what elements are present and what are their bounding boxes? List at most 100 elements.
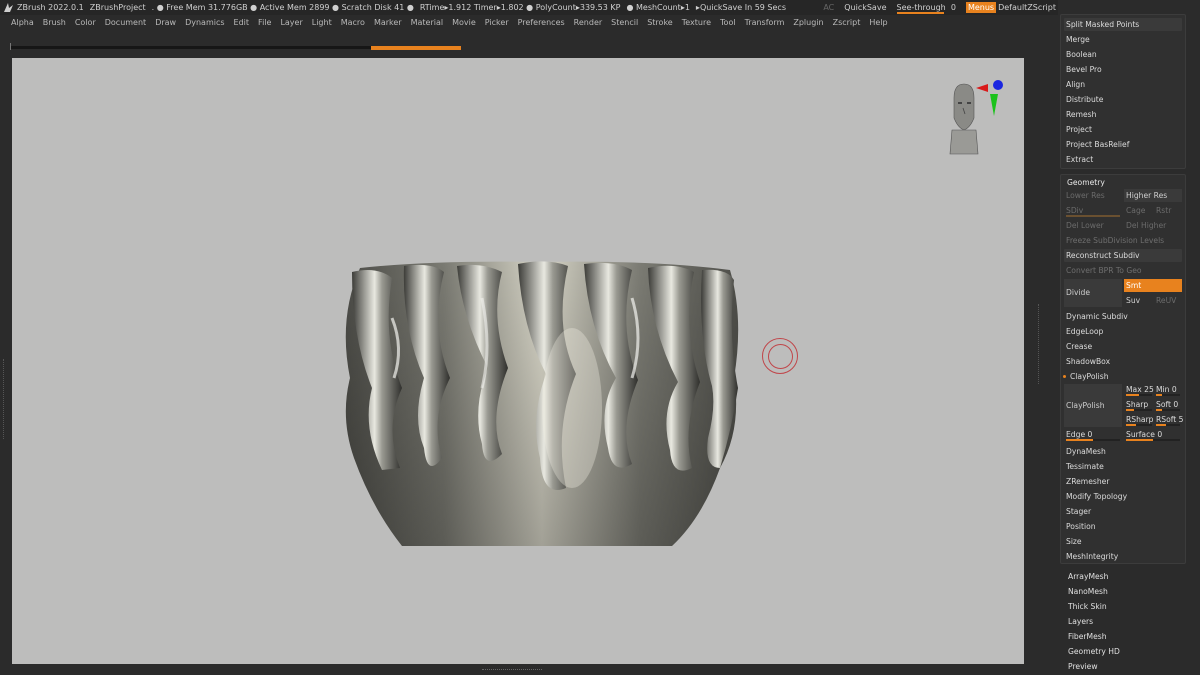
- max-slider[interactable]: Max 25: [1124, 384, 1154, 397]
- claypolish-subpalette[interactable]: ClayPolish: [1063, 370, 1182, 383]
- distribute-button[interactable]: Distribute: [1064, 93, 1182, 106]
- freeze-subdivision-button[interactable]: Freeze SubDivision Levels: [1064, 234, 1182, 247]
- menu-help[interactable]: Help: [869, 18, 887, 27]
- edge-slider[interactable]: Edge 0: [1064, 429, 1122, 442]
- rsharp-slider[interactable]: RSharp: [1124, 414, 1154, 427]
- shadowbox-button[interactable]: ShadowBox: [1064, 355, 1182, 368]
- align-button[interactable]: Align: [1064, 78, 1182, 91]
- menu-edit[interactable]: Edit: [234, 18, 250, 27]
- geometry-header[interactable]: Geometry: [1063, 176, 1105, 189]
- layers-subpalette[interactable]: Layers: [1068, 615, 1093, 628]
- nanomesh-subpalette[interactable]: NanoMesh: [1068, 585, 1108, 598]
- split-masked-points-button[interactable]: Split Masked Points: [1064, 18, 1182, 31]
- min-slider[interactable]: Min 0: [1154, 384, 1182, 397]
- menu-stroke[interactable]: Stroke: [647, 18, 673, 27]
- menu-color[interactable]: Color: [75, 18, 96, 27]
- geometry-hd-subpalette[interactable]: Geometry HD: [1068, 645, 1120, 658]
- menu-movie[interactable]: Movie: [452, 18, 476, 27]
- soft-slider[interactable]: Soft 0: [1154, 399, 1182, 412]
- menu-dynamics[interactable]: Dynamics: [185, 18, 224, 27]
- rstr-button[interactable]: Rstr: [1154, 204, 1182, 217]
- shelf-accent-tab[interactable]: [371, 46, 461, 50]
- dynamic-subdiv-button[interactable]: Dynamic Subdiv: [1064, 310, 1182, 323]
- menu-alpha[interactable]: Alpha: [11, 18, 34, 27]
- sdiv-track: [1066, 215, 1120, 217]
- menu-picker[interactable]: Picker: [485, 18, 509, 27]
- menu-file[interactable]: File: [258, 18, 271, 27]
- remesh-button[interactable]: Remesh: [1064, 108, 1182, 121]
- preview-subpalette[interactable]: Preview: [1068, 660, 1098, 673]
- project-button[interactable]: Project: [1064, 123, 1182, 136]
- sculpt-mesh: [345, 261, 739, 546]
- left-tray-handle[interactable]: [3, 359, 7, 439]
- see-through-slider[interactable]: See-through 0: [896, 3, 956, 14]
- bevel-pro-button[interactable]: Bevel Pro: [1064, 63, 1182, 76]
- menu-draw[interactable]: Draw: [155, 18, 176, 27]
- cage-button[interactable]: Cage: [1124, 204, 1154, 217]
- quicksave-button[interactable]: QuickSave: [844, 3, 886, 12]
- divide-button[interactable]: Divide: [1064, 279, 1122, 307]
- lower-res-button[interactable]: Lower Res: [1064, 189, 1122, 202]
- boolean-button[interactable]: Boolean: [1064, 48, 1182, 61]
- menu-texture[interactable]: Texture: [682, 18, 711, 27]
- sharp-track: [1126, 409, 1152, 411]
- min-label: Min 0: [1156, 385, 1177, 394]
- smt-toggle[interactable]: Smt: [1124, 279, 1182, 292]
- fibermesh-subpalette[interactable]: FiberMesh: [1068, 630, 1107, 643]
- higher-res-button[interactable]: Higher Res: [1124, 189, 1182, 202]
- thick-skin-subpalette[interactable]: Thick Skin: [1068, 600, 1107, 613]
- menu-layer[interactable]: Layer: [280, 18, 302, 27]
- surface-slider[interactable]: Surface 0: [1124, 429, 1182, 442]
- merge-button[interactable]: Merge: [1064, 33, 1182, 46]
- rsharp-track: [1126, 424, 1152, 426]
- arraymesh-subpalette[interactable]: ArrayMesh: [1068, 570, 1108, 583]
- del-lower-button[interactable]: Del Lower: [1064, 219, 1122, 232]
- menu-transform[interactable]: Transform: [745, 18, 785, 27]
- modify-topology-button[interactable]: Modify Topology: [1064, 490, 1182, 503]
- claypolish-button[interactable]: ClayPolish: [1064, 384, 1122, 427]
- del-higher-button[interactable]: Del Higher: [1124, 219, 1182, 232]
- crease-button[interactable]: Crease: [1064, 340, 1182, 353]
- canvas-viewport[interactable]: [12, 58, 1024, 664]
- reuv-toggle[interactable]: ReUV: [1154, 294, 1182, 307]
- convert-bpr-button[interactable]: Convert BPR To Geo: [1064, 264, 1182, 277]
- edgeloop-button[interactable]: EdgeLoop: [1064, 325, 1182, 338]
- menu-material[interactable]: Material: [411, 18, 444, 27]
- extract-button[interactable]: Extract: [1064, 153, 1182, 166]
- dynamesh-button[interactable]: DynaMesh: [1064, 445, 1182, 458]
- meshintegrity-button[interactable]: MeshIntegrity: [1064, 550, 1182, 563]
- bottom-tray-handle[interactable]: [482, 669, 542, 670]
- suv-toggle[interactable]: Suv: [1124, 294, 1154, 307]
- menu-macro[interactable]: Macro: [341, 18, 365, 27]
- stager-button[interactable]: Stager: [1064, 505, 1182, 518]
- tessimate-button[interactable]: Tessimate: [1064, 460, 1182, 473]
- menu-zplugin[interactable]: Zplugin: [793, 18, 823, 27]
- menu-light[interactable]: Light: [312, 18, 332, 27]
- size-button[interactable]: Size: [1064, 535, 1182, 548]
- menu-tool[interactable]: Tool: [720, 18, 736, 27]
- menus-toggle[interactable]: Menus: [965, 2, 997, 13]
- navigation-head-gizmo[interactable]: [940, 78, 1010, 158]
- menu-document[interactable]: Document: [105, 18, 146, 27]
- app-version: ZBrush 2022.0.1: [17, 3, 84, 12]
- surface-track: [1126, 439, 1180, 441]
- rsoft-slider[interactable]: RSoft 5: [1154, 414, 1184, 427]
- menu-render[interactable]: Render: [574, 18, 602, 27]
- reconstruct-subdiv-button[interactable]: Reconstruct Subdiv: [1064, 249, 1182, 262]
- sdiv-slider[interactable]: SDiv: [1064, 204, 1122, 217]
- menu-brush[interactable]: Brush: [43, 18, 66, 27]
- zremesher-button[interactable]: ZRemesher: [1064, 475, 1182, 488]
- menu-bar: Alpha Brush Color Document Draw Dynamics…: [0, 15, 1058, 30]
- ac-button[interactable]: AC: [823, 3, 834, 12]
- project-basrelief-button[interactable]: Project BasRelief: [1064, 138, 1182, 151]
- menu-preferences[interactable]: Preferences: [518, 18, 565, 27]
- position-button[interactable]: Position: [1064, 520, 1182, 533]
- default-zscript-button[interactable]: DefaultZScript: [998, 3, 1056, 12]
- menu-marker[interactable]: Marker: [374, 18, 402, 27]
- left-tray: [0, 54, 12, 675]
- surface-fill: [1126, 439, 1153, 441]
- right-tray-handle[interactable]: [1038, 304, 1042, 384]
- sharp-slider[interactable]: Sharp: [1124, 399, 1154, 412]
- menu-zscript[interactable]: Zscript: [833, 18, 861, 27]
- menu-stencil[interactable]: Stencil: [611, 18, 638, 27]
